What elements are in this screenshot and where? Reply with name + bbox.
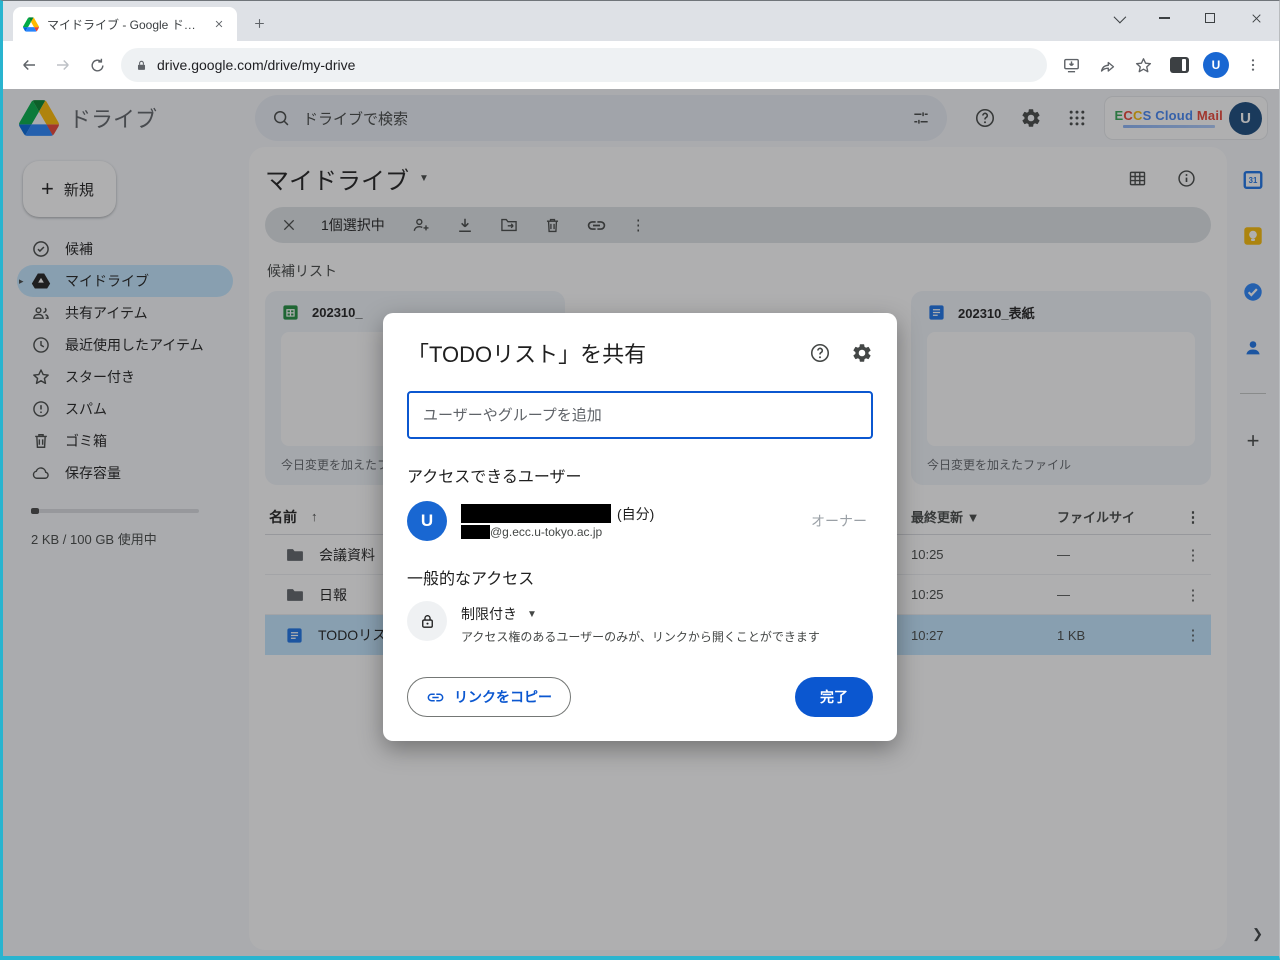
forward-button[interactable] <box>47 49 79 81</box>
redacted-email-user <box>461 524 490 539</box>
tab-search-chevron-icon[interactable] <box>1095 1 1141 35</box>
browser-tab[interactable]: マイドライブ - Google ドライブ <box>13 7 237 41</box>
window-controls <box>1095 1 1279 35</box>
tab-close-icon[interactable] <box>211 16 227 32</box>
general-access-label: 一般的なアクセス <box>407 571 535 588</box>
url-text: drive.google.com/drive/my-drive <box>157 57 356 73</box>
site-lock-icon[interactable] <box>135 59 148 72</box>
maximize-button[interactable] <box>1187 1 1233 35</box>
restriction-dropdown[interactable]: 制限付き ▼ <box>461 601 820 624</box>
bookmark-star-icon[interactable] <box>1127 49 1159 81</box>
share-help-icon[interactable] <box>809 342 831 364</box>
access-section-label: アクセスできるユーザー <box>407 469 582 486</box>
browser-window: マイドライブ - Google ドライブ drive.google.com/dr… <box>0 0 1280 960</box>
copy-link-button[interactable]: リンクをコピー <box>407 677 571 717</box>
tab-strip: マイドライブ - Google ドライブ <box>3 1 1279 41</box>
self-label: (自分) <box>617 505 655 522</box>
browser-profile-avatar[interactable]: U <box>1203 52 1229 78</box>
dropdown-arrow-icon: ▼ <box>527 608 537 620</box>
owner-avatar: U <box>407 501 447 541</box>
share-page-icon[interactable] <box>1091 49 1123 81</box>
browser-toolbar: drive.google.com/drive/my-drive U <box>3 41 1279 89</box>
redacted-name <box>461 504 611 523</box>
owner-email: @g.ecc.u-tokyo.ac.jp <box>490 524 603 539</box>
new-tab-button[interactable] <box>245 9 273 37</box>
browser-menu-icon[interactable] <box>1237 49 1269 81</box>
tab-title: マイドライブ - Google ドライブ <box>47 17 203 32</box>
drive-favicon-icon <box>23 16 39 32</box>
share-dialog: 「TODOリスト」を共有 アクセスできるユーザー U (自 <box>383 313 897 741</box>
lock-icon <box>407 601 447 641</box>
share-settings-gear-icon[interactable] <box>851 342 873 364</box>
downloads-icon[interactable] <box>1055 49 1087 81</box>
dialog-title: 「TODOリスト」を共有 <box>407 342 647 367</box>
close-window-button[interactable] <box>1233 1 1279 35</box>
general-access-row: 制限付き ▼ アクセス権のあるユーザーのみが、リンクから開くことができます <box>407 601 873 645</box>
side-panel-icon[interactable] <box>1163 49 1195 81</box>
drive-app: ドライブ ドライブで検索 ECCS Cloud Mail U + 新規 候補 ▸… <box>3 89 1279 956</box>
toolbar-actions: U <box>1055 49 1269 81</box>
add-people-input[interactable] <box>407 391 873 439</box>
restriction-description: アクセス権のあるユーザーのみが、リンクから開くことができます <box>461 630 820 644</box>
address-bar[interactable]: drive.google.com/drive/my-drive <box>121 48 1047 82</box>
owner-row[interactable]: U (自分) @g.ecc.u-tokyo.ac.jp オーナー <box>407 501 873 541</box>
reload-button[interactable] <box>81 49 113 81</box>
back-button[interactable] <box>13 49 45 81</box>
minimize-button[interactable] <box>1141 1 1187 35</box>
owner-role-label: オーナー <box>811 513 867 529</box>
done-button[interactable]: 完了 <box>795 677 873 717</box>
